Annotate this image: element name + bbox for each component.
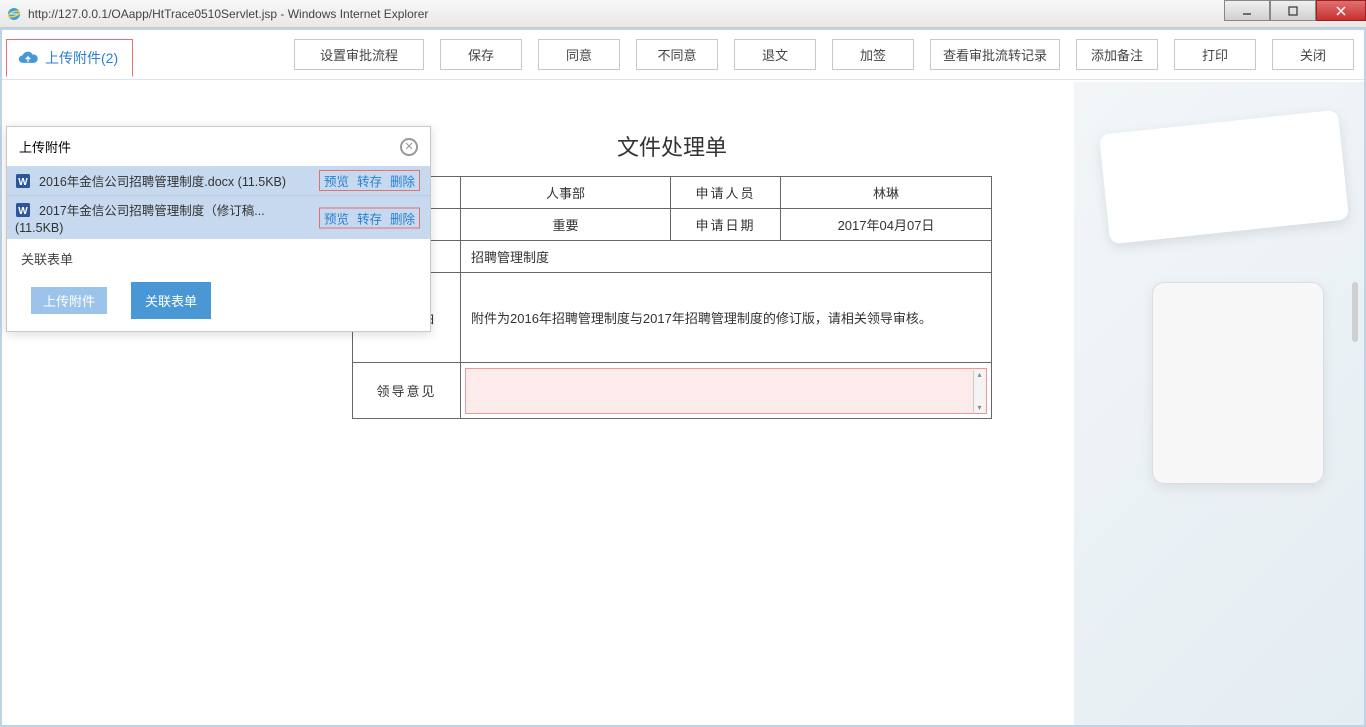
word-doc-icon: W [15,202,31,218]
attachment-name: 2017年金信公司招聘管理制度（修订稿... [39,200,299,219]
preview-link[interactable]: 预览 [324,171,349,190]
attachment-name: 2016年金信公司招聘管理制度.docx (11.5KB) [39,171,319,190]
preview-link[interactable]: 预览 [324,208,349,227]
close-button[interactable] [1316,0,1366,21]
upload-attachments-tab[interactable]: 上传附件(2) [6,39,133,77]
dropdown-header: 上传附件 [19,137,71,156]
add-remark-button[interactable]: 添加备注 [1076,39,1158,70]
close-page-button[interactable]: 关闭 [1272,39,1354,70]
upload-file-button[interactable]: 上传附件 [17,282,121,319]
window-titlebar: http://127.0.0.1/OAapp/HtTrace0510Servle… [0,0,1366,28]
delete-link[interactable]: 删除 [390,171,415,190]
cloud-upload-icon [17,50,39,66]
date-label: 申请日期 [671,209,781,241]
minimize-button[interactable] [1224,0,1270,21]
svg-text:W: W [18,206,28,217]
add-sign-button[interactable]: 加签 [832,39,914,70]
related-form-header: 关联表单 [7,239,430,274]
view-flow-record-button[interactable]: 查看审批流转记录 [930,39,1060,70]
document-form: 文件处理单 人事部 申请人员 林琳 重要 申请日期 2017年04月07日 [352,130,992,419]
reason-value: 附件为2016年招聘管理制度与2017年招聘管理制度的修订版，请相关领导审核。 [461,273,992,363]
level-value: 重要 [461,209,671,241]
maximize-button[interactable] [1270,0,1316,21]
delete-link[interactable]: 删除 [390,208,415,227]
print-button[interactable]: 打印 [1174,39,1256,70]
applicant-label: 申请人员 [671,177,781,209]
opinion-label: 领导意见 [353,363,461,419]
toolbar: 上传附件(2) 设置审批流程 保存 同意 不同意 退文 加签 查看审批流转记录 … [2,30,1364,80]
agree-button[interactable]: 同意 [538,39,620,70]
upload-dropdown-panel: 上传附件 ✕ W 2016年金信公司招聘管理制度.docx (11.5KB) 预… [6,126,431,332]
opinion-textarea[interactable]: ▴▾ [465,368,987,414]
word-doc-icon: W [15,173,31,189]
attachment-row[interactable]: W 2017年金信公司招聘管理制度（修订稿... (11.5KB) 预览 转存 … [7,195,430,239]
opinion-scrollbar[interactable]: ▴▾ [973,370,985,412]
decorative-background [1074,82,1364,725]
save-button[interactable]: 保存 [440,39,522,70]
ie-icon [6,6,22,22]
dropdown-close-icon[interactable]: ✕ [400,138,418,156]
date-value: 2017年04月07日 [781,209,992,241]
upload-tab-label: 上传附件(2) [45,48,118,68]
dept-value: 人事部 [461,177,671,209]
relate-form-button[interactable]: 关联表单 [131,282,211,319]
page-scrollbar[interactable] [1352,282,1358,342]
set-approval-flow-button[interactable]: 设置审批流程 [294,39,424,70]
svg-text:W: W [18,177,28,188]
subject-value: 招聘管理制度 [461,241,992,273]
disagree-button[interactable]: 不同意 [636,39,718,70]
applicant-value: 林琳 [781,177,992,209]
attachment-row[interactable]: W 2016年金信公司招聘管理制度.docx (11.5KB) 预览 转存 删除 [7,166,430,195]
return-button[interactable]: 退文 [734,39,816,70]
form-title: 文件处理单 [352,130,992,176]
save-as-link[interactable]: 转存 [357,208,382,227]
save-as-link[interactable]: 转存 [357,171,382,190]
window-title: http://127.0.0.1/OAapp/HtTrace0510Servle… [28,7,428,21]
